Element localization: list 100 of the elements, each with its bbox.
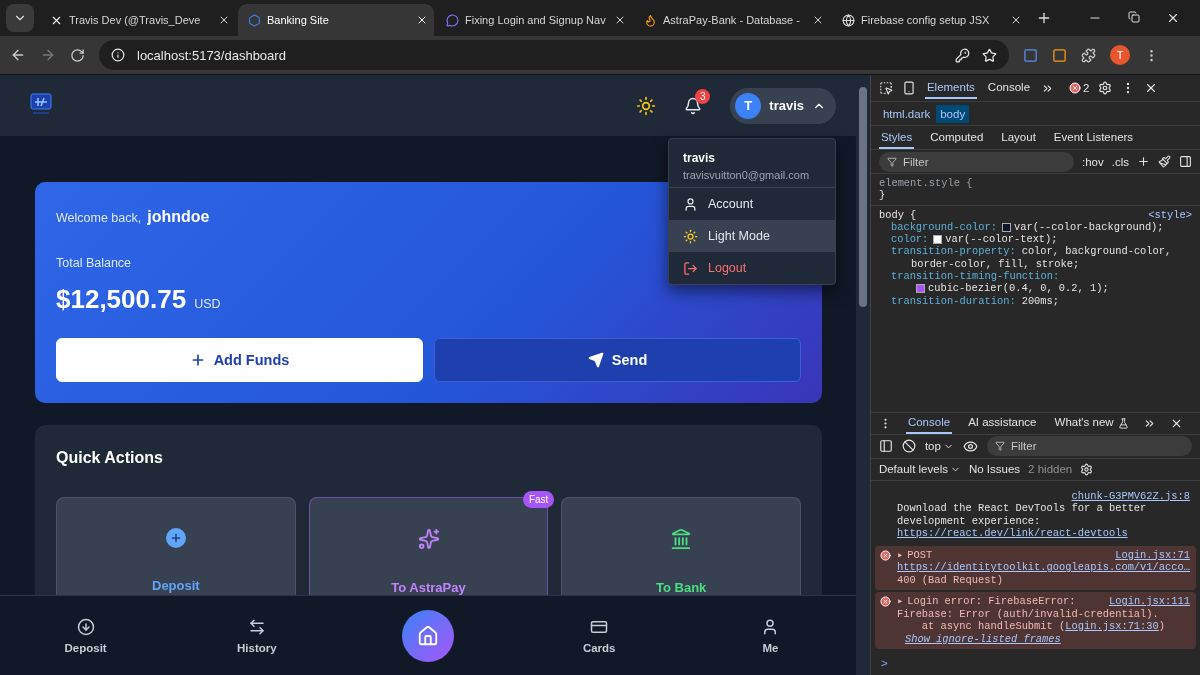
- close-icon[interactable]: [416, 14, 428, 26]
- settings-icon[interactable]: [1098, 81, 1113, 95]
- currency: USD: [194, 297, 221, 311]
- add-funds-button[interactable]: Add Funds: [56, 338, 423, 382]
- expand-toggle[interactable]: ▸: [896, 595, 904, 608]
- quick-action-card[interactable]: To Bank: [561, 497, 801, 595]
- drawer-tab[interactable]: What's new: [1052, 412, 1116, 434]
- forward-icon[interactable]: [40, 47, 56, 63]
- breadcrumb-item[interactable]: html.dark: [878, 104, 935, 123]
- device-icon[interactable]: [901, 81, 916, 95]
- house-icon: [417, 624, 439, 647]
- nav-item[interactable]: Me: [684, 617, 856, 654]
- username: johndoe: [147, 208, 210, 226]
- expand-toggle[interactable]: ▸: [896, 548, 904, 561]
- nav-item[interactable]: Cards: [513, 617, 685, 654]
- menu-item[interactable]: Account: [669, 188, 835, 220]
- nav-item[interactable]: Deposit: [0, 617, 172, 654]
- browser-tab[interactable]: Firebase config setup JSX: [832, 4, 1028, 36]
- brush-icon[interactable]: [1158, 155, 1171, 168]
- menu-item[interactable]: Light Mode: [669, 220, 835, 252]
- breadcrumb-item[interactable]: body: [936, 104, 970, 123]
- source-link[interactable]: Login.jsx:71: [1115, 548, 1190, 561]
- message-text: Download the React DevTools for a better: [896, 502, 1147, 515]
- close-icon[interactable]: [614, 14, 626, 26]
- styles-tab[interactable]: Layout: [999, 126, 1038, 149]
- sidebar-toggle-icon[interactable]: [1179, 155, 1192, 168]
- address-bar[interactable]: localhost:5173/dashboard: [99, 40, 1009, 70]
- close-icon[interactable]: [1010, 14, 1022, 26]
- browser-tab[interactable]: Travis Dev (@Travis_Deve: [40, 4, 236, 36]
- close-icon[interactable]: [812, 14, 824, 26]
- inspect-icon[interactable]: [878, 81, 893, 95]
- bookmark-star-icon[interactable]: [982, 47, 997, 63]
- filter-field[interactable]: Filter: [878, 151, 1074, 172]
- send-button[interactable]: Send: [434, 338, 802, 382]
- back-icon[interactable]: [10, 47, 26, 63]
- site-logo-icon: [248, 13, 261, 27]
- styles-tab[interactable]: Styles: [878, 126, 915, 149]
- show-frames-link[interactable]: Show ignore-listed frames: [904, 632, 1061, 645]
- browser-tab[interactable]: AstraPay-Bank - Database -: [634, 4, 830, 36]
- scrollbar-thumb[interactable]: [858, 87, 867, 307]
- notification-count: 3: [695, 88, 711, 104]
- reload-icon[interactable]: [70, 47, 85, 63]
- restore-icon[interactable]: [1128, 11, 1140, 23]
- extension-icon[interactable]: [1023, 47, 1038, 63]
- error-icon: [879, 596, 891, 607]
- theme-toggle-icon[interactable]: [636, 95, 657, 116]
- menu-item[interactable]: Logout: [669, 252, 835, 284]
- fast-badge: Fast: [522, 491, 555, 508]
- profile-avatar[interactable]: T: [1110, 45, 1130, 65]
- source-link[interactable]: Login.jsx:111: [1108, 595, 1190, 608]
- styles-tab[interactable]: Computed: [928, 126, 986, 149]
- new-rule-icon[interactable]: [1137, 155, 1150, 168]
- message-link[interactable]: https://identitytoolkit.googleapis.com/v1/acco…: [896, 561, 1190, 574]
- hidden-count: 2 hidden: [1028, 463, 1073, 475]
- css-declaration: color: var(--color-text);: [889, 233, 1059, 246]
- user-menu-button[interactable]: T travis: [730, 87, 836, 124]
- quick-action-card[interactable]: Deposit: [56, 497, 296, 595]
- cls-toggle[interactable]: .cls: [1111, 155, 1129, 168]
- close-icon[interactable]: [218, 14, 230, 26]
- message-head: POST: [907, 548, 933, 561]
- log-levels-selector[interactable]: Default levels: [878, 463, 961, 475]
- console-prompt[interactable]: >: [870, 651, 1200, 675]
- extension-icon[interactable]: [1052, 47, 1067, 63]
- message-text: at async handleSubmit (: [920, 620, 1066, 633]
- info-icon[interactable]: [111, 48, 125, 62]
- extensions-icon[interactable]: [1081, 47, 1096, 63]
- tab-list-button[interactable]: [6, 4, 34, 32]
- devtools-tab[interactable]: Elements: [924, 77, 977, 99]
- key-icon[interactable]: [955, 47, 970, 63]
- message-text: ): [1158, 620, 1166, 633]
- console-filter-field[interactable]: Filter: [986, 436, 1192, 456]
- source-link[interactable]: <style>: [1148, 208, 1192, 221]
- eye-icon[interactable]: [962, 438, 978, 454]
- new-tab-icon[interactable]: [1036, 10, 1052, 26]
- settings-icon[interactable]: [1080, 462, 1094, 476]
- close-icon[interactable]: [1166, 11, 1180, 25]
- paper-plane-icon: [587, 352, 604, 368]
- nav-item[interactable]: History: [171, 617, 343, 654]
- clear-console-icon[interactable]: [901, 439, 916, 453]
- hov-toggle[interactable]: :hov: [1082, 155, 1104, 168]
- swap-arrows-icon: [247, 617, 266, 636]
- browser-tab[interactable]: Fixing Login and Signup Nav: [436, 4, 632, 36]
- logout-icon: [683, 260, 698, 276]
- styles-tab[interactable]: Event Listeners: [1051, 126, 1136, 149]
- message-link[interactable]: Login.jsx:71:30: [1065, 620, 1159, 633]
- section-title: Quick Actions: [56, 449, 164, 467]
- message-text: Firebase: Error (auth/invalid-credential).: [896, 607, 1159, 620]
- sun-icon: [683, 228, 698, 244]
- filter-icon: [886, 156, 897, 167]
- browser-tab[interactable]: Banking Site: [238, 4, 434, 36]
- context-selector[interactable]: top: [924, 440, 954, 452]
- message-link[interactable]: https://react.dev/link/react-devtools: [896, 527, 1128, 540]
- source-link[interactable]: chunk-G3PMV62Z.js:8: [1071, 489, 1190, 502]
- issues-button[interactable]: No Issues: [968, 463, 1021, 475]
- home-button[interactable]: [402, 609, 454, 662]
- devtools-tab[interactable]: Console: [985, 77, 1033, 99]
- drawer-tab[interactable]: AI assistance: [966, 412, 1039, 434]
- message-text: 400 (Bad Request): [896, 573, 1003, 586]
- drawer-tab[interactable]: Console: [905, 412, 953, 434]
- sidebar-icon[interactable]: [878, 439, 893, 453]
